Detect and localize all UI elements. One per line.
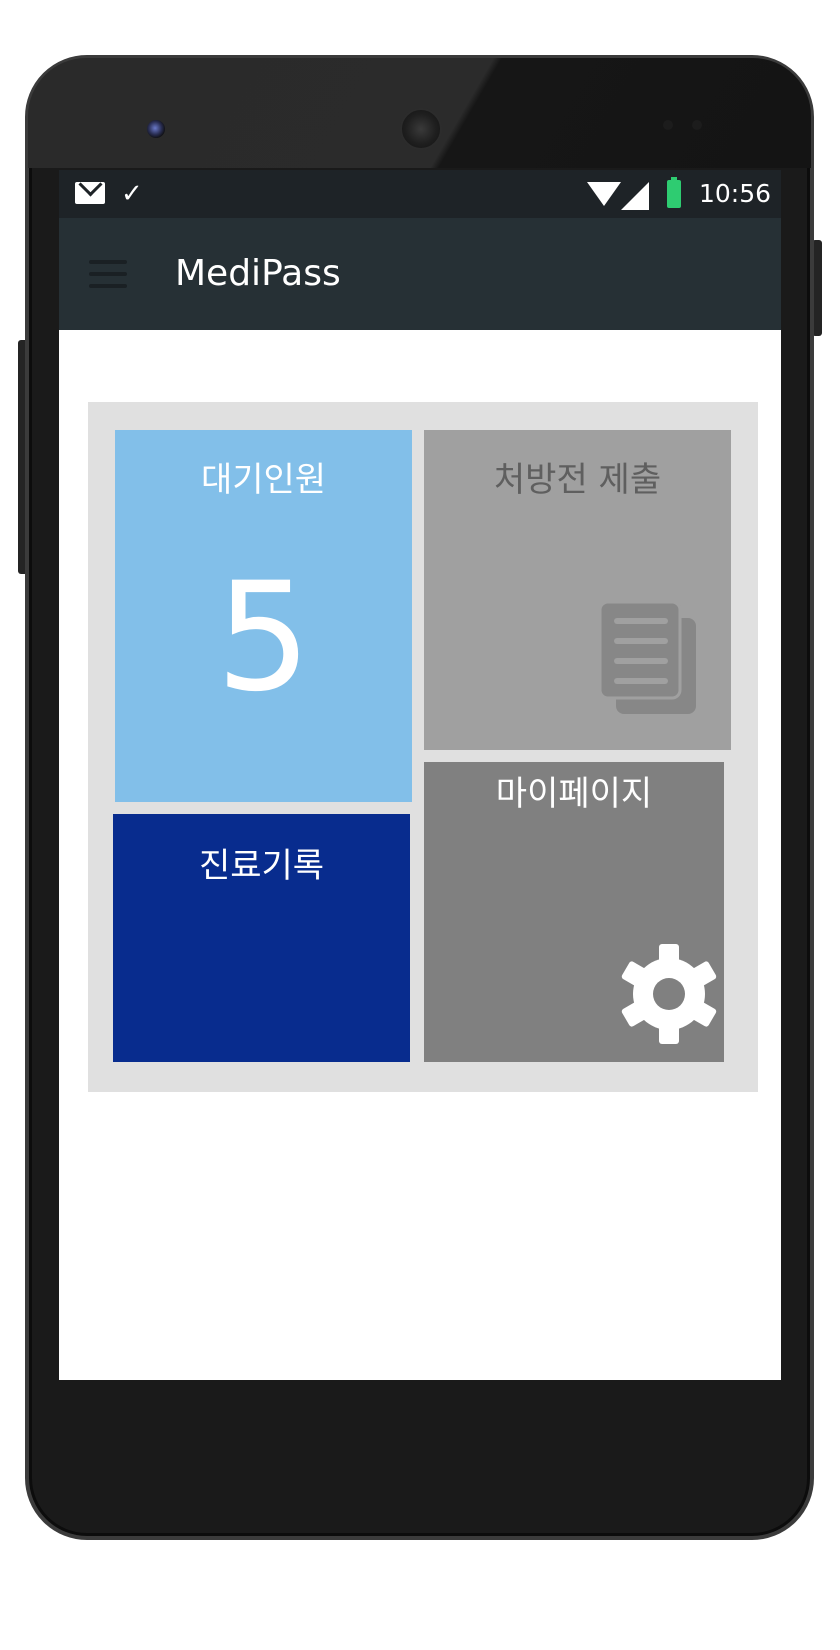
prescription-tile-label: 처방전 제출: [493, 460, 662, 500]
front-camera-icon: [147, 120, 165, 138]
app-bar: MediPass: [59, 218, 781, 330]
status-clock: 10:56: [699, 179, 772, 208]
waiting-tile-label: 대기인원: [200, 460, 327, 500]
light-sensor-icon: [692, 120, 702, 130]
stage: ✓ 10:56 MediPass 대기인원 5 처방전 제출 진료기록 마이페이…: [0, 0, 840, 1650]
wifi-icon: [587, 182, 621, 206]
app-title: MediPass: [175, 253, 341, 294]
proximity-sensor-icon: [663, 120, 673, 130]
hamburger-menu-icon[interactable]: [89, 260, 127, 290]
waiting-count-tile[interactable]: 대기인원 5: [115, 430, 412, 802]
signal-icon: [621, 182, 649, 210]
check-icon: ✓: [121, 179, 143, 209]
mypage-tile-label: 마이페이지: [495, 774, 653, 814]
mypage-tile[interactable]: 마이페이지: [424, 762, 724, 1062]
gear-icon: [621, 944, 717, 1044]
medical-records-tile[interactable]: 진료기록: [113, 814, 410, 1062]
prescription-submit-tile[interactable]: 처방전 제출: [424, 430, 731, 750]
earpiece-speaker-icon: [400, 108, 442, 150]
status-bar: ✓ 10:56: [59, 170, 781, 218]
records-tile-label: 진료기록: [198, 846, 325, 886]
dashboard-grid: 대기인원 5 처방전 제출 진료기록 마이페이지: [88, 402, 758, 1092]
document-icon: [598, 600, 696, 714]
mail-icon: [75, 182, 105, 204]
waiting-count-value: 5: [215, 551, 312, 725]
battery-icon: [667, 177, 681, 208]
phone-screen: ✓ 10:56 MediPass 대기인원 5 처방전 제출 진료기록 마이페이…: [59, 170, 781, 1380]
